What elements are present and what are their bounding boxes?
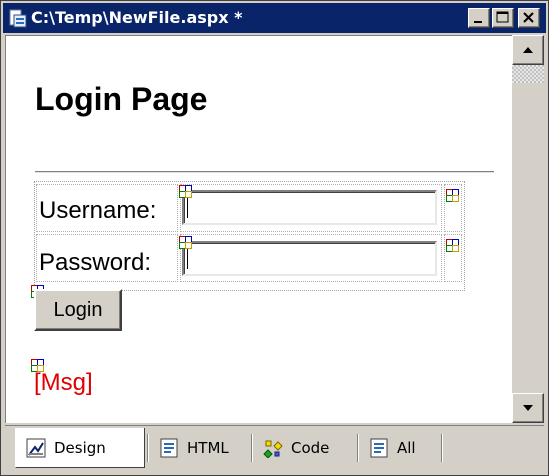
all-view-icon [370, 438, 388, 458]
message-label: [Msg] [34, 369, 93, 396]
tab-separator [147, 434, 148, 462]
tab-separator [251, 434, 252, 462]
login-button[interactable]: Login [34, 289, 122, 331]
maximize-button[interactable] [492, 8, 514, 28]
close-icon [523, 12, 534, 23]
code-icon [263, 440, 283, 458]
scrollbar-thumb[interactable] [512, 65, 544, 83]
username-label: Username: [39, 197, 157, 224]
editor-window: C:\Temp\NewFile.aspx * Login Page Userna… [0, 0, 549, 476]
server-control-glyph-icon [179, 185, 192, 198]
tab-separator [441, 434, 442, 462]
tab-separator [357, 434, 358, 462]
horizontal-rule [35, 171, 494, 173]
tab-html[interactable]: HTML [149, 428, 249, 468]
scrollbar-track[interactable] [512, 65, 544, 393]
minimize-button[interactable] [468, 8, 490, 28]
aspx-file-icon [9, 9, 27, 28]
server-control-glyph-icon [446, 239, 459, 252]
close-button[interactable] [518, 8, 540, 28]
tab-all[interactable]: All [359, 428, 439, 468]
text-caret [187, 198, 188, 218]
tab-html-label: HTML [187, 439, 229, 457]
minimize-icon [474, 21, 482, 23]
password-input[interactable] [182, 241, 437, 276]
vertical-scrollbar[interactable] [512, 35, 544, 423]
tab-code[interactable]: Code [253, 428, 355, 468]
html-icon [160, 438, 178, 458]
maximize-icon [496, 11, 509, 23]
text-caret [187, 249, 188, 269]
arrow-up-icon [523, 47, 533, 53]
tab-all-label: All [397, 439, 416, 457]
scroll-down-button[interactable] [512, 393, 544, 423]
server-control-glyph-icon [179, 236, 192, 249]
password-label: Password: [39, 249, 152, 276]
tab-design[interactable]: Design [15, 428, 145, 468]
view-tab-bar: Design HTML Code All [5, 425, 544, 472]
arrow-down-icon [523, 405, 533, 411]
server-control-glyph-icon [446, 189, 459, 202]
tab-design-label: Design [54, 438, 106, 457]
username-input[interactable] [182, 190, 437, 225]
title-bar[interactable]: C:\Temp\NewFile.aspx * [3, 3, 546, 33]
tab-code-label: Code [291, 439, 330, 457]
page-title: Login Page [35, 81, 208, 117]
design-icon [26, 438, 46, 457]
scroll-up-button[interactable] [512, 35, 544, 65]
window-title: C:\Temp\NewFile.aspx * [31, 8, 243, 27]
